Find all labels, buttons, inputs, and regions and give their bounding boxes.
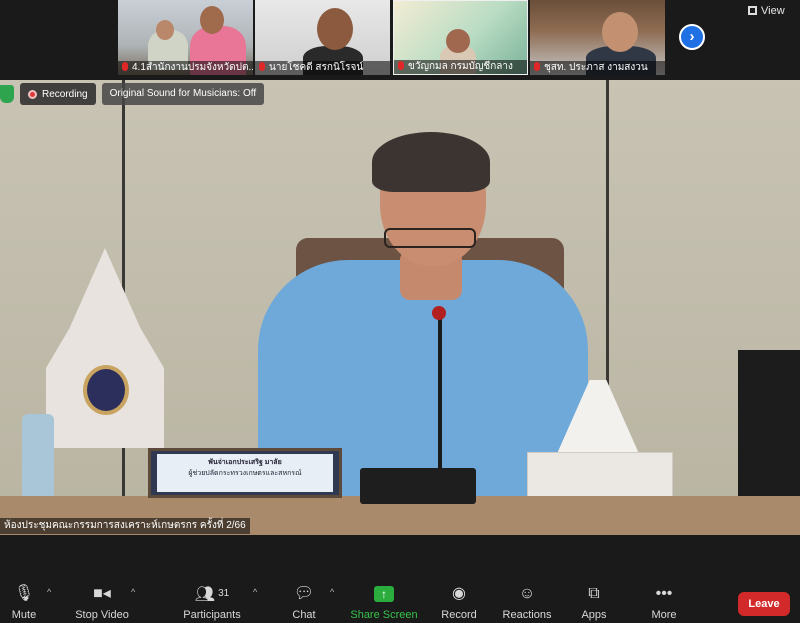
muted-mic-icon xyxy=(534,62,540,71)
apps-button[interactable]: ⧉ Apps xyxy=(554,577,634,621)
participant-count: 31 xyxy=(218,588,230,599)
participant-strip: 4.1สำนักงานปรมจังหวัดปต... นายโชคดี สรกน… xyxy=(0,0,800,80)
record-dot-icon xyxy=(28,89,37,99)
participants-button[interactable]: 👥︎ 31 Participants xyxy=(172,577,252,621)
recording-label: Recording xyxy=(42,88,88,100)
apps-grid-icon: ⧉ xyxy=(588,585,600,602)
shield-icon[interactable] xyxy=(0,85,14,103)
mute-button[interactable]: 🎙︎ Mute xyxy=(0,577,64,621)
nameplate-name: พันจ่าเอกประเสริฐ มาลัย xyxy=(208,459,282,466)
recording-indicator[interactable]: Recording xyxy=(20,83,96,105)
nameplate: พันจ่าเอกประเสริฐ มาลัย ผู้ช่วยปลัดกระทร… xyxy=(148,448,342,498)
grid-icon xyxy=(748,6,757,15)
mute-options-caret-icon[interactable]: ^ xyxy=(47,587,51,597)
microphone-base xyxy=(360,468,476,504)
royal-seal-icon xyxy=(83,365,129,415)
participant-name: นายโชคดี สรกนิโรจน์ xyxy=(255,61,390,75)
microphone-icon: 🎙︎ xyxy=(13,585,35,602)
ceremonial-emblem xyxy=(46,248,164,448)
meeting-caption: ห้องประชุมคณะกรรมการสงเคราะห์เกษตรกร ครั… xyxy=(0,518,250,534)
microphone-stand xyxy=(438,312,442,472)
participant-tile[interactable]: นายโชคดี สรกนิโรจน์ xyxy=(255,0,390,75)
nameplate-title: ผู้ช่วยปลัดกระทรวงเกษตรและสหกรณ์ xyxy=(188,470,302,477)
microphone-icon xyxy=(432,306,446,320)
more-dots-icon: ••• xyxy=(655,585,673,602)
video-camera-icon: ■◂ xyxy=(93,585,111,602)
chat-options-caret-icon[interactable]: ^ xyxy=(330,587,334,597)
participant-tile[interactable]: 4.1สำนักงานปรมจังหวัดปต... xyxy=(118,0,253,75)
participant-tile[interactable]: ชุสท. ประภาส งามสงวน xyxy=(530,0,665,75)
stop-video-button[interactable]: ■◂ Stop Video xyxy=(62,577,142,621)
participant-tile[interactable]: ขวัญกมล กรมบัญชีกลาง xyxy=(393,0,528,75)
view-button[interactable]: View xyxy=(748,5,785,17)
water-bottle xyxy=(22,414,54,500)
speaker-hair xyxy=(372,132,490,192)
participants-icon: 👥︎ 31 xyxy=(194,586,230,603)
participant-name: ขวัญกมล กรมบัญชีกลาง xyxy=(394,60,527,74)
leave-button[interactable]: Leave xyxy=(738,592,790,616)
glasses xyxy=(384,228,476,248)
chat-button[interactable]: 💬︎ Chat xyxy=(264,577,344,621)
muted-mic-icon xyxy=(122,62,128,71)
recording-bar: Recording Original Sound for Musicians: … xyxy=(0,82,265,106)
original-sound-toggle[interactable]: Original Sound for Musicians: Off xyxy=(101,83,265,105)
video-options-caret-icon[interactable]: ^ xyxy=(131,587,135,597)
muted-mic-icon xyxy=(398,61,404,70)
participant-name: 4.1สำนักงานปรมจังหวัดปต... xyxy=(118,61,253,75)
meeting-toolbar: 🎙︎ Mute ^ ■◂ Stop Video ^ 👥︎ 31 Participa… xyxy=(0,577,800,623)
share-arrow-icon: ↑ xyxy=(344,582,424,606)
share-screen-button[interactable]: ↑ Share Screen xyxy=(344,577,424,621)
muted-mic-icon xyxy=(259,62,265,71)
participants-options-caret-icon[interactable]: ^ xyxy=(253,587,257,597)
participant-name: ชุสท. ประภาส งามสงวน xyxy=(530,61,665,75)
more-button[interactable]: ••• More xyxy=(624,577,704,621)
next-page-arrow-icon[interactable]: › xyxy=(679,24,705,50)
main-video: พันจ่าเอกประเสริฐ มาลัย ผู้ช่วยปลัดกระทร… xyxy=(0,80,800,535)
